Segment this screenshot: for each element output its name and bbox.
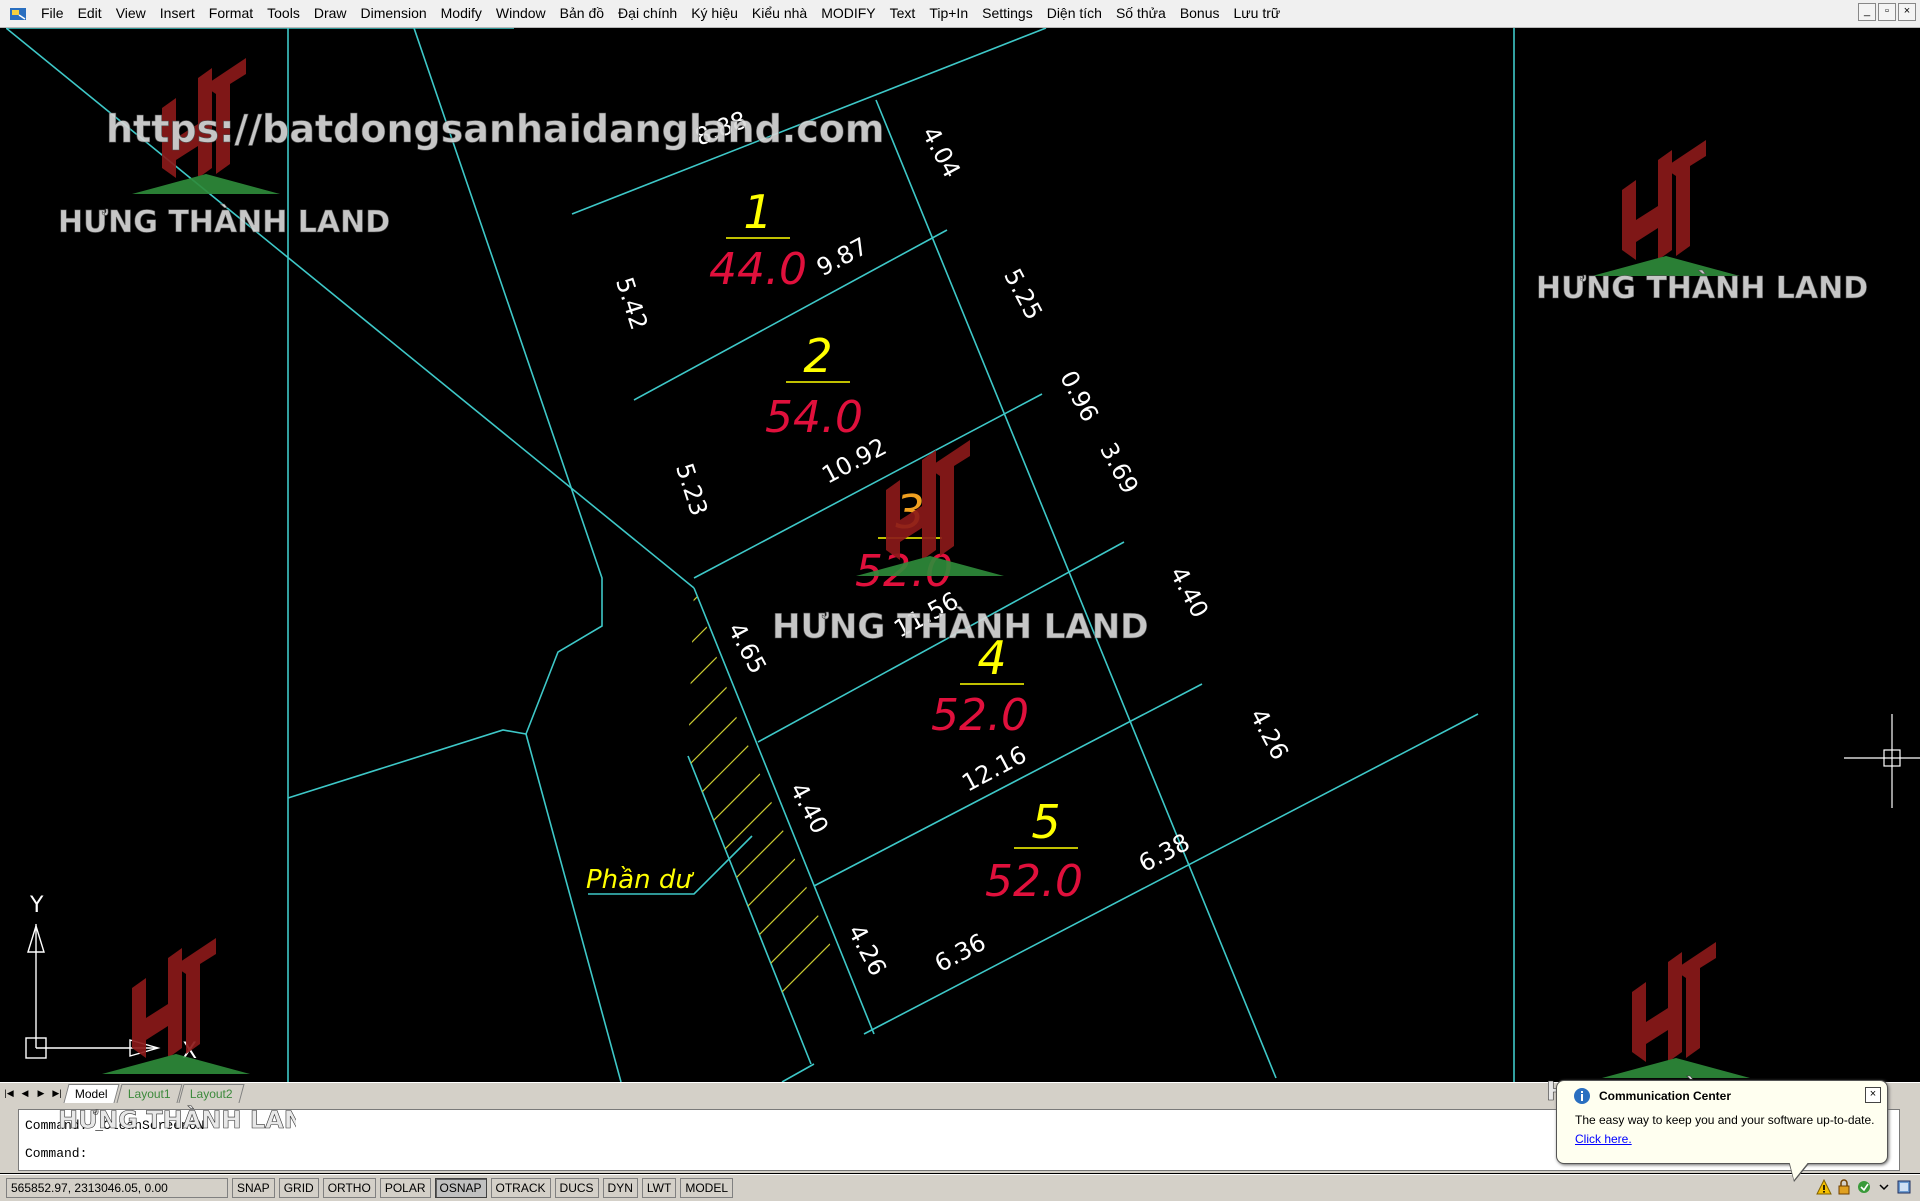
command-prompt[interactable]: Command: (25, 1146, 87, 1161)
tab-model[interactable]: Model (63, 1083, 120, 1103)
cad-drawing[interactable]: 1 2 3 4 5 44.0 54.0 52.0 52.0 52.0 8.88 … (6, 28, 1920, 1082)
menu-dien-tich[interactable]: Diện tích (1040, 0, 1109, 27)
lot-area-1: 44.0 (709, 244, 807, 295)
dim-label: 3.69 (1094, 438, 1144, 498)
watermark-logo (1602, 942, 1750, 1078)
watermark: HƯNG THÀNH LAND https://batdongsanhaidan… (58, 58, 1868, 1078)
model-toggle[interactable]: MODEL (680, 1178, 734, 1198)
menu-dimension[interactable]: Dimension (354, 0, 434, 27)
lot-number-5: 5 (1031, 795, 1060, 849)
autocad-app-icon[interactable] (8, 5, 28, 23)
close-button[interactable]: × (1898, 3, 1916, 21)
otrack-toggle[interactable]: OTRACK (490, 1178, 551, 1198)
window-controls: _ ▫ × (1858, 3, 1916, 21)
menu-draw[interactable]: Draw (307, 0, 354, 27)
status-tray (1816, 1179, 1912, 1195)
info-icon (1574, 1088, 1590, 1104)
ducs-toggle[interactable]: DUCS (554, 1178, 599, 1198)
drawing-canvas[interactable]: 1 2 3 4 5 44.0 54.0 52.0 52.0 52.0 8.88 … (6, 28, 1920, 1082)
dim-label: 5.42 (610, 274, 653, 333)
clean-screen-icon[interactable] (1896, 1179, 1912, 1195)
remainder-label: Phần dư (586, 865, 694, 895)
menu-tools[interactable]: Tools (260, 0, 307, 27)
menu-ban-do[interactable]: Bản đồ (553, 0, 611, 27)
coordinates-readout: 565852.97, 2313046.05, 0.00 (6, 1178, 228, 1198)
menu-insert[interactable]: Insert (153, 0, 202, 27)
menu-format[interactable]: Format (202, 0, 260, 27)
osnap-toggle[interactable]: OSNAP (434, 1178, 487, 1198)
lot-area-4: 52.0 (931, 690, 1029, 741)
last-tab-icon[interactable]: ▶| (50, 1086, 64, 1100)
communication-center-balloon: Communication Center × The easy way to k… (1556, 1080, 1888, 1164)
status-bar: 565852.97, 2313046.05, 0.00 SNAP GRID OR… (0, 1174, 1920, 1201)
dim-label: 0.96 (1054, 366, 1104, 426)
menu-modify-upper[interactable]: MODIFY (814, 0, 882, 27)
watermark-brand: HƯNG THÀNH LAND (772, 606, 1148, 647)
dim-label: 5.25 (998, 264, 1048, 324)
watermark-logo (1592, 140, 1740, 276)
svg-text:HƯNG THÀNH LAND: HƯNG THÀNH LAND (58, 1105, 296, 1134)
menu-ky-hieu[interactable]: Ký hiệu (684, 0, 745, 27)
lot-area-2: 54.0 (765, 392, 863, 443)
first-tab-icon[interactable]: |◀ (2, 1086, 16, 1100)
menu-bonus[interactable]: Bonus (1173, 0, 1227, 27)
chevron-down-icon[interactable] (1876, 1179, 1892, 1195)
ortho-toggle[interactable]: ORTHO (322, 1178, 376, 1198)
dim-label: 4.26 (842, 920, 892, 980)
watermark-brand: HƯNG THÀNH LAND (58, 204, 390, 240)
next-tab-icon[interactable]: ▶ (34, 1086, 48, 1100)
ucs-y-label: Y (29, 893, 44, 918)
minimize-button[interactable]: _ (1858, 3, 1876, 21)
crosshair-cursor (1844, 714, 1920, 808)
communication-center-icon[interactable] (1856, 1179, 1872, 1195)
menu-luu-tru[interactable]: Lưu trữ (1227, 0, 1288, 27)
dim-label: 4.04 (916, 122, 966, 182)
menu-edit[interactable]: Edit (71, 0, 109, 27)
dyn-toggle[interactable]: DYN (602, 1178, 638, 1198)
lock-icon[interactable] (1836, 1179, 1852, 1195)
dim-label: 6.38 (1134, 828, 1194, 878)
menu-dai-chinh[interactable]: Đại chính (611, 0, 684, 27)
dim-label: 4.65 (722, 618, 772, 678)
dim-label: 5.23 (670, 460, 713, 519)
menu-bar: File Edit View Insert Format Tools Draw … (0, 0, 1920, 28)
dim-label: 12.16 (957, 740, 1031, 797)
watermark-logo (102, 938, 250, 1074)
balloon-message: The easy way to keep you and your softwa… (1575, 1113, 1875, 1127)
lot-area-5: 52.0 (985, 856, 1083, 907)
tab-layout2[interactable]: Layout2 (178, 1083, 245, 1103)
dim-label: 6.36 (930, 928, 990, 978)
menu-so-thua[interactable]: Số thửa (1109, 0, 1173, 27)
prev-tab-icon[interactable]: ◀ (18, 1086, 32, 1100)
menu-file[interactable]: File (34, 0, 71, 27)
menu-kieu-nha[interactable]: Kiểu nhà (745, 0, 814, 27)
lwt-toggle[interactable]: LWT (641, 1178, 677, 1198)
dim-label: 4.26 (1244, 704, 1294, 764)
balloon-close-button[interactable]: × (1865, 1087, 1881, 1103)
watermark-brand-bottom: HƯNG THÀNH LAND (58, 1105, 296, 1134)
balloon-tail-fill (1789, 1160, 1810, 1180)
menu-modify[interactable]: Modify (434, 0, 489, 27)
menu-text[interactable]: Text (883, 0, 923, 27)
menu-tip-in[interactable]: Tip+In (922, 0, 975, 27)
lot-number-2: 2 (803, 329, 832, 383)
menu-settings[interactable]: Settings (975, 0, 1040, 27)
tab-layout1[interactable]: Layout1 (116, 1083, 182, 1103)
watermark-url: https://batdongsanhaidangland.com (106, 107, 884, 151)
balloon-click-here-link[interactable]: Click here. (1575, 1132, 1632, 1146)
snap-toggle[interactable]: SNAP (232, 1178, 275, 1198)
polar-toggle[interactable]: POLAR (379, 1178, 431, 1198)
lot-number-1: 1 (743, 185, 772, 239)
menu-view[interactable]: View (109, 0, 153, 27)
balloon-title: Communication Center (1599, 1089, 1732, 1103)
menu-window[interactable]: Window (489, 0, 553, 27)
dim-label: 9.87 (812, 232, 872, 282)
warning-icon[interactable] (1816, 1179, 1832, 1195)
grid-toggle[interactable]: GRID (278, 1178, 319, 1198)
restore-button[interactable]: ▫ (1878, 3, 1896, 21)
watermark-brand: HƯNG THÀNH LAND (1536, 270, 1868, 306)
dim-label: 4.40 (1164, 562, 1214, 622)
